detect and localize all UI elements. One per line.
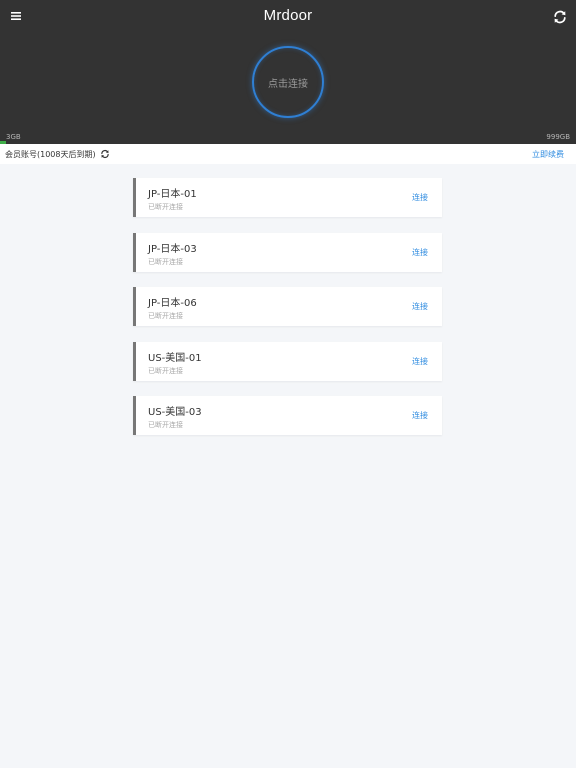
- server-card[interactable]: US-美国-01 已断开连接 连接: [133, 341, 442, 381]
- app-title: Mrdoor: [263, 7, 313, 24]
- server-status: 已断开连接: [148, 366, 183, 375]
- account-refresh-button[interactable]: [99, 148, 111, 160]
- server-status: 已断开连接: [148, 203, 183, 211]
- server-card[interactable]: US-美国-03 已断开连接 连接: [133, 396, 442, 435]
- server-connect-button[interactable]: 连接: [412, 410, 428, 421]
- server-name: US-美国-01: [148, 352, 202, 364]
- refresh-icon: [554, 10, 566, 24]
- top-header: Mrdoor 点击连接 3GB 999GB: [0, 0, 576, 144]
- server-name: US-美国-03: [148, 407, 202, 418]
- account-status-label: 会员账号(1008天后到期): [5, 150, 96, 159]
- connect-button[interactable]: 点击连接: [252, 46, 324, 118]
- server-list: JP-日本-01 已断开连接 连接 JP-日本-03 已断开连接 连接 JP-日…: [133, 178, 442, 451]
- server-name: JP-日本-06: [148, 298, 197, 309]
- server-connect-button[interactable]: 连接: [412, 247, 428, 258]
- traffic-total-label: 999GB: [546, 133, 570, 141]
- server-connect-button[interactable]: 连接: [412, 301, 428, 312]
- server-connect-button[interactable]: 连接: [412, 192, 428, 203]
- server-card[interactable]: JP-日本-06 已断开连接 连接: [133, 287, 442, 326]
- refresh-icon: [101, 149, 109, 159]
- server-status: 已断开连接: [148, 312, 183, 320]
- refresh-button[interactable]: [550, 7, 570, 27]
- account-bar: 会员账号(1008天后到期) 立即续费: [0, 144, 576, 164]
- traffic-used-label: 3GB: [6, 133, 21, 141]
- server-status: 已断开连接: [148, 421, 183, 429]
- server-card[interactable]: JP-日本-01 已断开连接 连接: [133, 178, 442, 217]
- server-name: JP-日本-01: [148, 189, 197, 200]
- server-connect-button[interactable]: 连接: [412, 356, 428, 367]
- server-name: JP-日本-03: [148, 243, 197, 255]
- renew-link[interactable]: 立即续费: [532, 149, 564, 160]
- connect-button-label: 点击连接: [268, 78, 308, 90]
- server-status: 已断开连接: [148, 257, 183, 266]
- server-card[interactable]: JP-日本-03 已断开连接 连接: [133, 232, 442, 272]
